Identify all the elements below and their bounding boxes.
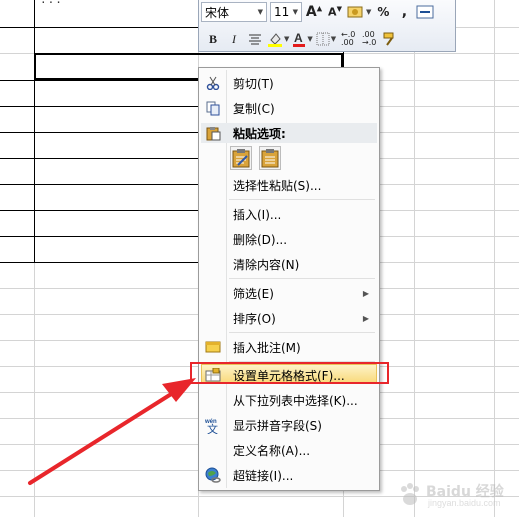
watermark-url: jingyan.baidu.com <box>428 498 501 508</box>
annotation-arrow-icon <box>28 378 196 485</box>
watermark: Baidu 经验 jingyan.baidu.com <box>394 480 514 510</box>
baidu-paw-icon <box>401 483 419 505</box>
